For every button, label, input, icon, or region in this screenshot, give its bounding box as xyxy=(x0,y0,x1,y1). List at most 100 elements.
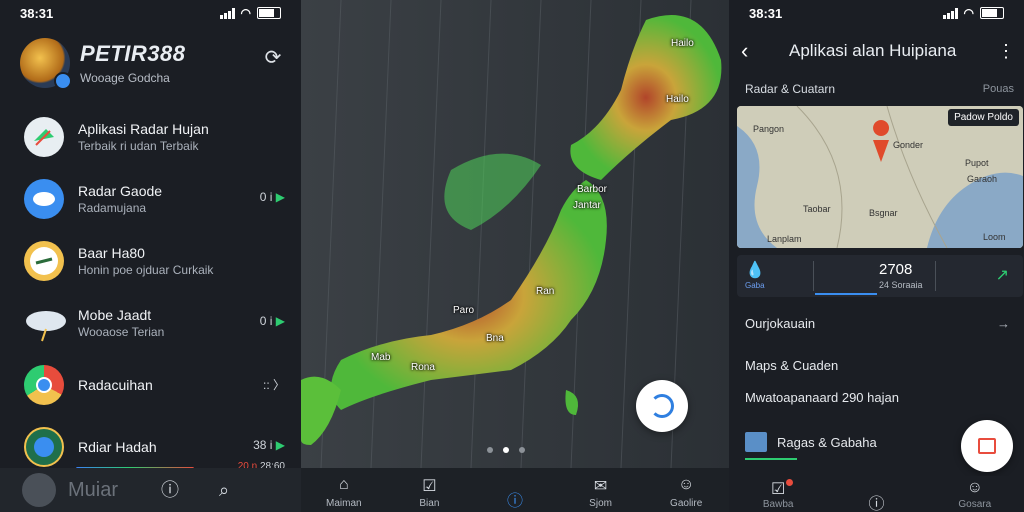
map-thumbnail-icon xyxy=(745,432,767,452)
item-title: Radar Gaode xyxy=(78,183,163,199)
item-trail: :: 〉 xyxy=(262,378,285,392)
app-list: Aplikasi Radar Hujan Terbaik ri udan Terb… xyxy=(0,106,301,478)
storm-cloud-icon xyxy=(24,303,66,343)
info-icon: ⓘ xyxy=(506,493,523,510)
message-icon: ✉ xyxy=(593,478,608,495)
menu-row[interactable]: Mwatoapanaard 290 hajan xyxy=(745,390,1010,405)
tab-info[interactable]: ⓘ xyxy=(480,487,550,510)
radar-map-screen: Hailo Hailo Barbor Jantar Ran Paro Bna M… xyxy=(301,0,729,512)
avatar[interactable] xyxy=(22,473,56,507)
map-label: Pupot xyxy=(965,158,989,168)
chrome-like-icon xyxy=(24,365,64,405)
page-indicator xyxy=(487,447,525,453)
map-label: Loom xyxy=(983,232,1006,242)
tab-info[interactable]: ⓘ xyxy=(836,490,916,512)
item-title: Mobe Jaadt xyxy=(78,307,152,323)
bottom-bar: Muiar ⓘ ⌕ xyxy=(0,468,301,512)
page-title: Aplikasi alan Huipiana xyxy=(789,41,957,60)
wifi-icon: ◠ xyxy=(240,6,251,20)
home-icon: ⌂ xyxy=(338,476,349,493)
cloud-icon xyxy=(24,179,64,219)
menu-row[interactable]: Ourjokauain → xyxy=(745,316,1010,331)
map-badge: Padow Poldo xyxy=(948,109,1019,126)
locate-button[interactable] xyxy=(636,380,688,432)
list-item[interactable]: Mobe Jaadt Wooaose Terian 0 i ▶ xyxy=(0,292,301,354)
map-label: Ran xyxy=(536,286,555,297)
section-header: Radar & Cuatarn Pouas xyxy=(745,82,1014,96)
map-label: Hailo xyxy=(666,94,689,105)
item-title: Rdiar Hadah xyxy=(78,439,157,455)
stats-title: Gaba xyxy=(745,281,765,290)
menu-row[interactable]: Maps & Cuaden xyxy=(745,358,1010,373)
map-label: Bna xyxy=(486,333,504,344)
search-icon[interactable]: ⌕ xyxy=(212,478,236,502)
signal-icon xyxy=(942,7,958,19)
info-icon[interactable]: ⓘ xyxy=(158,478,182,502)
bottom-navigation: ☑ Bawba ⓘ ☺ Gosara xyxy=(729,476,1024,512)
umbrella-icon xyxy=(24,117,64,157)
notification-dot xyxy=(786,479,794,486)
detail-screen: 38:31 ◠ ‹ Aplikasi alan Huipiana ⋮ Radar… xyxy=(729,0,1024,512)
map-label: Hailo xyxy=(671,38,694,49)
brand-header: PETIR388 Wooage Godcha xyxy=(20,38,186,90)
play-icon: ▶ xyxy=(275,314,285,328)
list-item[interactable]: Radar Gaode Radamujana 0 i ▶ xyxy=(0,168,301,230)
brand-name: PETIR388 xyxy=(80,41,186,66)
status-bar: 38:31 ◠ xyxy=(729,0,1024,26)
tab-messages[interactable]: ✉ Sjom xyxy=(566,476,636,509)
map-label: Paro xyxy=(453,305,475,316)
item-trail: 0 i ▶ xyxy=(259,190,285,204)
refresh-icon[interactable]: ⟳ xyxy=(261,46,285,70)
stats-value: 2708 xyxy=(879,261,913,278)
more-icon[interactable]: ⋮ xyxy=(996,41,1016,62)
map-label: Lanplam xyxy=(767,234,802,244)
wifi-icon: ◠ xyxy=(963,6,974,20)
list-item[interactable]: Aplikasi Radar Hujan Terbaik ri udan Terb… xyxy=(0,106,301,168)
map-label: Barbor xyxy=(577,184,608,195)
checkbox-icon: ☑ xyxy=(422,478,437,495)
share-button[interactable] xyxy=(961,420,1013,472)
verified-icon xyxy=(54,72,72,90)
profile-icon: ☺ xyxy=(966,479,983,496)
list-item[interactable]: Baar Ha80 Honin poe ojduar Curkaik xyxy=(0,230,301,292)
tab-profile[interactable]: ☺ Gosara xyxy=(935,479,1015,510)
play-icon: ▶ xyxy=(275,438,285,452)
signal-icon xyxy=(219,7,235,19)
bottom-navigation: ⌂ Maiman ☑ Bian ⓘ ✉ Sjom ☺ Gaolire xyxy=(301,468,729,512)
map-label: Gonder xyxy=(893,140,924,150)
app-bar: ‹ Aplikasi alan Huipiana ⋮ xyxy=(729,36,1024,66)
play-icon: ▶ xyxy=(275,190,285,204)
map-label: Rona xyxy=(411,362,435,373)
info-icon: ⓘ xyxy=(868,496,885,512)
battery-icon xyxy=(980,7,1004,19)
location-map[interactable]: Padow Poldo Pangon Gonder Taobar Bsgnar … xyxy=(737,106,1023,248)
item-title: Baar Ha80 xyxy=(78,245,145,261)
checkbox-icon: ☑ xyxy=(770,481,786,498)
item-subtitle: Radamujana xyxy=(78,201,147,215)
arrow-right-icon: → xyxy=(997,316,1010,331)
tab-home[interactable]: ⌂ Maiman xyxy=(309,476,379,509)
trend-icon[interactable]: ↗ xyxy=(996,265,1009,285)
status-time: 38:31 xyxy=(20,5,54,21)
back-icon[interactable]: ‹ xyxy=(741,38,771,64)
item-subtitle: Wooaose Terian xyxy=(78,325,165,339)
bottom-name: Muiar xyxy=(68,478,119,501)
stats-card: 💧 Gaba 2708 24 Soraaia ↗ xyxy=(737,255,1023,297)
tab-tasks[interactable]: ☑ Bawba xyxy=(738,479,818,510)
status-time: 38:31 xyxy=(749,5,783,21)
item-trail: 38 i ▶ xyxy=(253,438,285,452)
map-label: Mab xyxy=(371,352,391,363)
item-subtitle: Honin poe ojduar Curkaik xyxy=(78,263,214,277)
brand-subtitle: Wooage Godcha xyxy=(80,71,170,85)
map-label: Garaoh xyxy=(967,174,998,184)
tab-tasks[interactable]: ☑ Bian xyxy=(394,476,464,509)
stats-sub: 24 Soraaia xyxy=(879,280,923,290)
status-bar: 38:31 ◠ xyxy=(0,0,301,26)
list-item[interactable]: Radacuihan :: 〉 xyxy=(0,354,301,416)
item-title: Aplikasi Radar Hujan xyxy=(78,121,209,137)
map-label: Pangon xyxy=(753,124,785,134)
tab-profile[interactable]: ☺ Gaolire xyxy=(651,476,721,509)
frame-icon xyxy=(978,438,996,454)
profile-icon: ☺ xyxy=(678,476,695,493)
left-app-screen: 38:31 ◠ PETIR388 Wooage Godcha ⟳ Aplikas… xyxy=(0,0,301,512)
